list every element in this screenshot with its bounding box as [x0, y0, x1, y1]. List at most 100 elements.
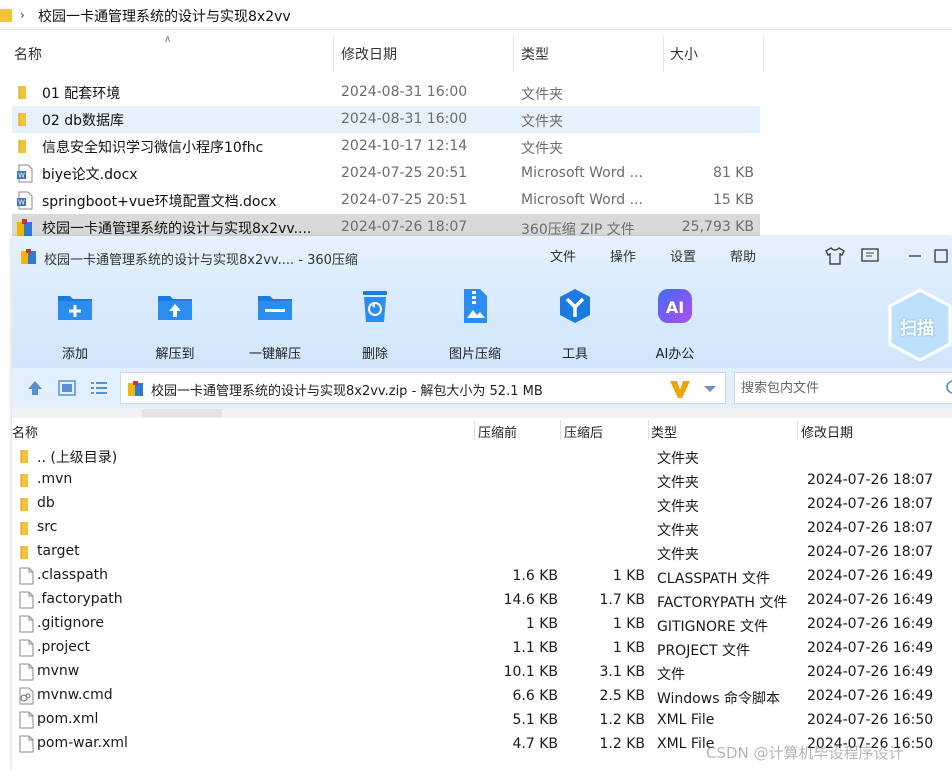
- explorer-file-row[interactable]: 02 db数据库 2024-08-31 16:00 文件夹: [12, 106, 760, 133]
- maximize-icon[interactable]: [934, 246, 948, 266]
- archive-file-row[interactable]: mvnw 10.1 KB 3.1 KB 文件 2024-07-26 16:49: [12, 659, 952, 683]
- dropdown-arrow-icon[interactable]: [703, 385, 717, 393]
- column-header-type[interactable]: 类型: [651, 422, 677, 441]
- column-header-type[interactable]: 类型: [521, 44, 549, 64]
- file-size: 15 KB: [712, 192, 754, 208]
- entry-modified: 2024-07-26 16:49: [807, 568, 934, 584]
- entry-size-after: 1 KB: [612, 616, 645, 632]
- column-divider[interactable]: [560, 420, 561, 440]
- archive-file-row[interactable]: .gitignore 1 KB 1 KB GITIGNORE 文件 2024-07-26…: [12, 611, 952, 635]
- folder-icon: [18, 495, 34, 513]
- file-modified: 2024-07-25 20:51: [341, 165, 468, 181]
- column-divider[interactable]: [648, 420, 649, 440]
- chevron-right-icon[interactable]: ›: [20, 8, 25, 22]
- column-header-name[interactable]: 名称: [12, 422, 38, 441]
- horizontal-scrollbar[interactable]: [12, 408, 952, 418]
- delete-button[interactable]: 删除: [335, 286, 415, 364]
- word-doc-icon: W: [16, 191, 34, 210]
- extract-folder-icon: [155, 286, 195, 326]
- file-size: 25,793 KB: [681, 219, 754, 235]
- column-header-name[interactable]: 名称: [14, 44, 42, 64]
- minimize-icon[interactable]: [908, 246, 922, 266]
- breadcrumb[interactable]: 校园一卡通管理系统的设计与实现8x2vv: [38, 6, 291, 26]
- archive-file-row[interactable]: mvnw.cmd 6.6 KB 2.5 KB Windows 命令脚本 2024-07-…: [12, 683, 952, 707]
- scrollbar-thumb[interactable]: [142, 409, 222, 417]
- file-type: 文件夹: [521, 87, 563, 103]
- column-header-modified[interactable]: 修改日期: [801, 422, 853, 441]
- search-icon[interactable]: [945, 379, 952, 397]
- add-label: 添加: [61, 347, 88, 362]
- title-bar[interactable]: 校园一卡通管理系统的设计与实现8x2vv.... - 360压缩 文件 操作 设…: [12, 236, 952, 276]
- explorer-file-row[interactable]: Wspringboot+vue环境配置文档.docx 2024-07-25 20:…: [12, 187, 760, 214]
- menu-operate[interactable]: 操作: [610, 246, 636, 265]
- column-header-before[interactable]: 压缩前: [478, 422, 517, 441]
- up-arrow-icon[interactable]: [26, 379, 44, 397]
- add-folder-icon: [55, 286, 95, 326]
- image-compress-label: 图片压缩: [448, 347, 501, 362]
- svg-text:AI: AI: [666, 298, 684, 317]
- entry-type: Windows 命令脚本: [657, 691, 780, 707]
- entry-type: GITIGNORE 文件: [657, 619, 769, 635]
- ai-office-button[interactable]: AI AI办公: [635, 286, 715, 364]
- entry-type: FACTORYPATH 文件: [657, 595, 788, 611]
- list-view-icon[interactable]: [90, 379, 108, 397]
- feedback-icon[interactable]: [860, 246, 880, 266]
- file-icon: [18, 711, 34, 729]
- explorer-file-row[interactable]: Wbiye论文.docx 2024-07-25 20:51 Microsoft Wo…: [12, 160, 760, 187]
- archive-file-row[interactable]: .project 1.1 KB 1 KB PROJECT 文件 2024-07-26 1…: [12, 635, 952, 659]
- v-logo-icon[interactable]: [669, 379, 691, 399]
- menu-settings[interactable]: 设置: [670, 246, 696, 265]
- address-bar[interactable]: › 校园一卡通管理系统的设计与实现8x2vv: [0, 0, 952, 30]
- archive-file-row[interactable]: pom.xml 5.1 KB 1.2 KB XML File 2024-07-26 16…: [12, 707, 952, 731]
- column-divider[interactable]: [797, 420, 798, 440]
- entry-name: .. (上级目录): [37, 450, 118, 466]
- column-header-size[interactable]: 大小: [670, 44, 698, 64]
- archive-file-row[interactable]: .classpath 1.6 KB 1 KB CLASSPATH 文件 2024-07-…: [12, 563, 952, 587]
- column-divider[interactable]: [333, 36, 334, 72]
- search-input[interactable]: [735, 373, 945, 403]
- archive-file-row[interactable]: db 文件夹 2024-07-26 18:07: [12, 491, 952, 515]
- column-header-after[interactable]: 压缩后: [564, 422, 603, 441]
- scan-button[interactable]: 扫描: [886, 286, 952, 364]
- entry-name: .mvn: [37, 471, 73, 487]
- skin-shirt-icon[interactable]: [824, 246, 846, 266]
- watermark: CSDN @计算机毕设程序设计: [706, 744, 904, 762]
- column-header-modified[interactable]: 修改日期: [341, 44, 397, 64]
- delete-label: 删除: [361, 347, 388, 362]
- image-compress-button[interactable]: 图片压缩: [435, 286, 515, 364]
- window-title: 校园一卡通管理系统的设计与实现8x2vv.... - 360压缩: [44, 253, 358, 268]
- archive-file-row[interactable]: .factorypath 14.6 KB 1.7 KB FACTORYPATH 文件 2…: [12, 587, 952, 611]
- cmd-script-icon: [18, 687, 34, 705]
- menu-file[interactable]: 文件: [550, 246, 576, 265]
- archive-file-row[interactable]: target 文件夹 2024-07-26 18:07: [12, 539, 952, 563]
- one-click-extract-button[interactable]: 一键解压: [235, 286, 315, 364]
- column-divider[interactable]: [763, 36, 764, 72]
- tools-hexagon-icon: [555, 286, 595, 326]
- tools-button[interactable]: 工具: [535, 286, 615, 364]
- archive-file-row[interactable]: .. (上级目录) 文件夹: [12, 443, 952, 467]
- column-divider[interactable]: [663, 36, 664, 72]
- archive-file-row[interactable]: src 文件夹 2024-07-26 18:07: [12, 515, 952, 539]
- archive-file-row[interactable]: .mvn 文件夹 2024-07-26 18:07: [12, 467, 952, 491]
- file-modified: 2024-08-31 16:00: [341, 84, 468, 100]
- file-modified: 2024-07-25 20:51: [341, 192, 468, 208]
- zip-archive-icon: [127, 380, 145, 398]
- one-click-extract-icon: [255, 286, 295, 326]
- search-box[interactable]: [734, 372, 952, 404]
- explorer-file-row[interactable]: 01 配套环境 2024-08-31 16:00 文件夹: [12, 79, 760, 106]
- entry-size-before: 1 KB: [525, 616, 558, 632]
- entry-name: mvnw.cmd: [37, 687, 113, 703]
- svg-text:W: W: [18, 172, 25, 180]
- menu-help[interactable]: 帮助: [730, 246, 756, 265]
- add-button[interactable]: 添加: [35, 286, 115, 364]
- file-size: 81 KB: [712, 165, 754, 181]
- entry-modified: 2024-07-26 18:07: [807, 544, 934, 560]
- explorer-file-row[interactable]: 信息安全知识学习微信小程序10fhc 2024-10-17 12:14 文件夹: [12, 133, 760, 160]
- archive-path-bar[interactable]: 校园一卡通管理系统的设计与实现8x2vv.zip - 解包大小为 52.1 MB: [120, 372, 726, 404]
- extract-to-button[interactable]: 解压到: [135, 286, 215, 364]
- column-divider[interactable]: [513, 36, 514, 72]
- entry-size-before: 14.6 KB: [503, 592, 558, 608]
- column-divider[interactable]: [474, 420, 475, 440]
- recycle-bin-icon: [355, 286, 395, 326]
- thumbnail-view-icon[interactable]: [58, 379, 76, 397]
